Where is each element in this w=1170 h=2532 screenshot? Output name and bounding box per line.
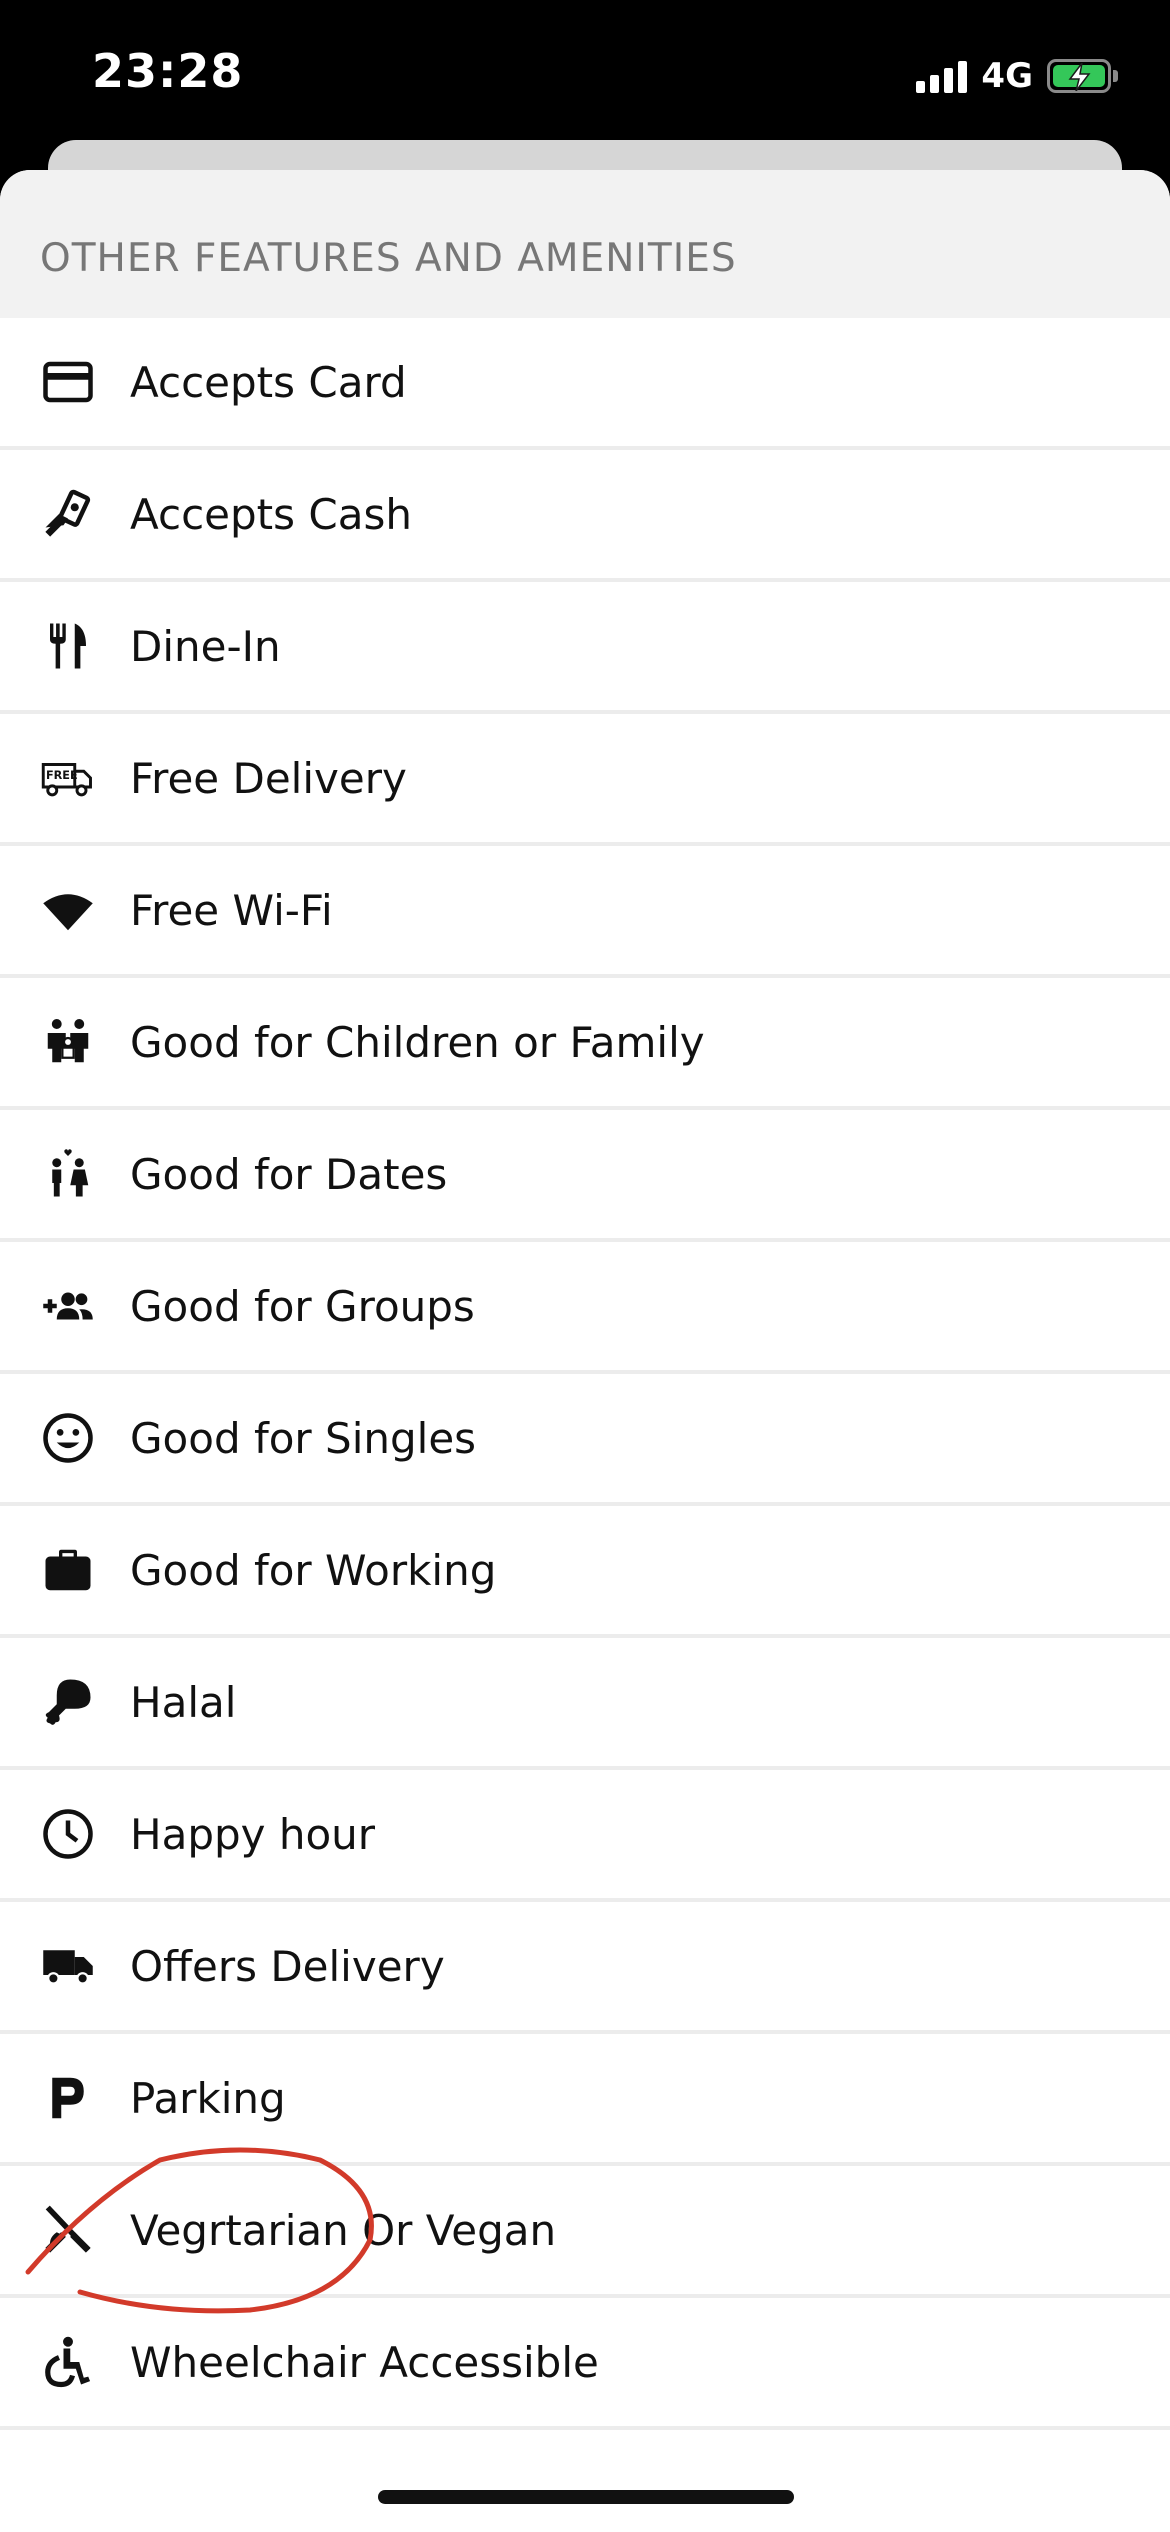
list-item-good-for-singles[interactable]: Good for Singles (0, 1374, 1170, 1506)
svg-text:FREE: FREE (46, 769, 78, 782)
list-item-label: Accepts Card (130, 357, 407, 407)
list-item-label: Accepts Cash (130, 489, 412, 539)
status-bar: 23:28 4G (0, 0, 1170, 140)
list-item-label: Good for Groups (130, 1281, 475, 1331)
credit-card-icon (40, 354, 96, 410)
battery-charging-icon (1047, 59, 1118, 93)
list-item-vegetarian[interactable]: Vegrtarian Or Vegan (0, 2166, 1170, 2298)
list-item-good-for-groups[interactable]: Good for Groups (0, 1242, 1170, 1374)
couple-icon (40, 1146, 96, 1202)
list-item-label: Wheelchair Accessible (130, 2337, 599, 2387)
list-item-label: Dine-In (130, 621, 281, 671)
fork-knife-icon (40, 618, 96, 674)
wheelchair-icon (40, 2334, 96, 2390)
list-item-label: Vegrtarian Or Vegan (130, 2205, 557, 2255)
list-item-parking[interactable]: Parking (0, 2034, 1170, 2166)
list-item-label: Good for Working (130, 1545, 497, 1595)
list-item-happy-hour[interactable]: Happy hour (0, 1770, 1170, 1902)
list-item-label: Good for Children or Family (130, 1017, 705, 1067)
list-item-accepts-cash[interactable]: Accepts Cash (0, 450, 1170, 582)
list-item-good-for-working[interactable]: Good for Working (0, 1506, 1170, 1638)
list-item-wheelchair[interactable]: Wheelchair Accessible (0, 2298, 1170, 2430)
list-item-label: Happy hour (130, 1809, 376, 1859)
list-item-label: Offers Delivery (130, 1941, 445, 1991)
list-item-label: Good for Singles (130, 1413, 477, 1463)
list-item-label: Halal (130, 1677, 237, 1727)
list-item-accepts-card[interactable]: Accepts Card (0, 318, 1170, 450)
amenities-list: Accepts Card Accepts Cash Dine-In FREE F… (0, 318, 1170, 2430)
list-item-free-delivery[interactable]: FREE Free Delivery (0, 714, 1170, 846)
list-item-halal[interactable]: Halal (0, 1638, 1170, 1770)
no-meat-icon (40, 2202, 96, 2258)
list-item-free-wifi[interactable]: Free Wi-Fi (0, 846, 1170, 978)
family-icon (40, 1014, 96, 1070)
briefcase-icon (40, 1542, 96, 1598)
cash-hand-icon (40, 486, 96, 542)
list-item-label: Good for Dates (130, 1149, 448, 1199)
wifi-icon (40, 882, 96, 938)
list-item-label: Free Wi-Fi (130, 885, 333, 935)
list-item-good-for-dates[interactable]: Good for Dates (0, 1110, 1170, 1242)
list-item-offers-delivery[interactable]: Offers Delivery (0, 1902, 1170, 2034)
amenities-sheet[interactable]: OTHER FEATURES AND AMENITIES Accepts Car… (0, 170, 1170, 2532)
network-type: 4G (981, 56, 1033, 96)
group-add-icon (40, 1278, 96, 1334)
delivery-truck-icon (40, 1938, 96, 1994)
status-time: 23:28 (92, 44, 244, 98)
list-item-label: Parking (130, 2073, 286, 2123)
signal-bars-icon (916, 59, 968, 93)
status-indicators: 4G (916, 52, 1118, 100)
parking-icon (40, 2070, 96, 2126)
free-delivery-truck-icon: FREE (40, 750, 96, 806)
section-header: OTHER FEATURES AND AMENITIES (0, 170, 1170, 318)
list-item-dine-in[interactable]: Dine-In (0, 582, 1170, 714)
home-indicator[interactable] (378, 2490, 794, 2504)
list-item-label: Free Delivery (130, 753, 407, 803)
clock-icon (40, 1806, 96, 1862)
list-item-good-for-children[interactable]: Good for Children or Family (0, 978, 1170, 1110)
drumstick-icon (40, 1674, 96, 1730)
smiley-icon (40, 1410, 96, 1466)
